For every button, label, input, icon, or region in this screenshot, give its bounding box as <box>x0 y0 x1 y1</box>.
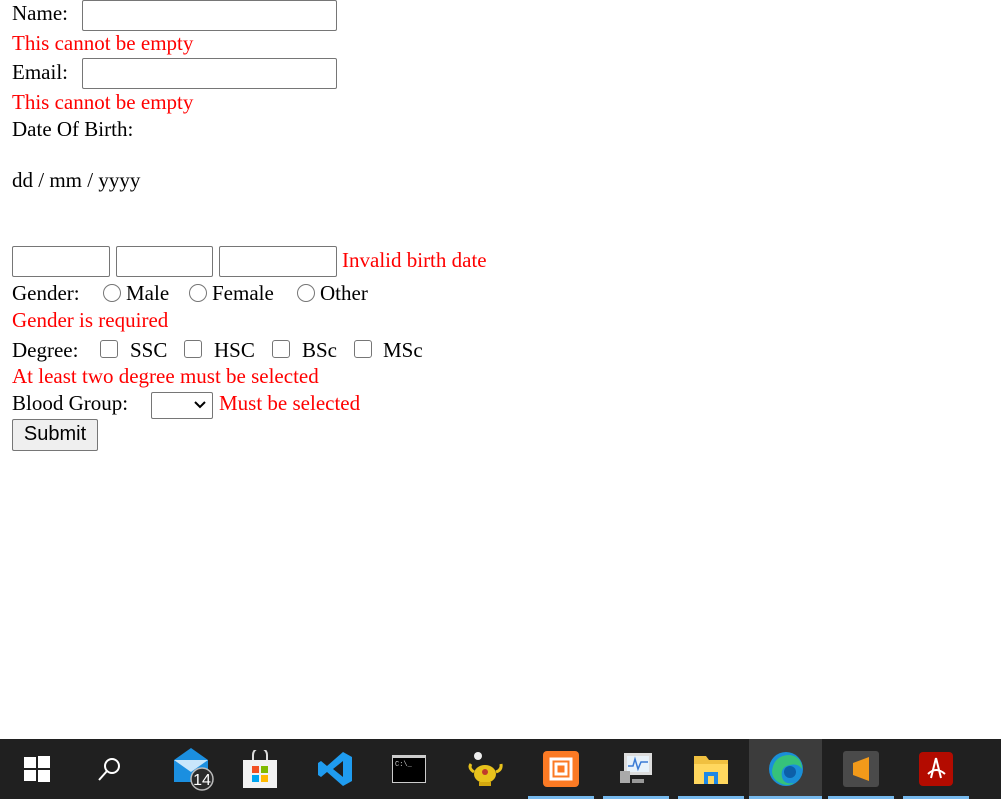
file-explorer-icon <box>694 756 728 784</box>
xampp-app[interactable] <box>528 739 594 799</box>
dob-label: Date Of Birth: <box>12 117 134 141</box>
gender-other-radio[interactable] <box>297 284 315 302</box>
dob-error: Invalid birth date <box>342 248 487 272</box>
sublime-app[interactable] <box>828 739 894 799</box>
lamp-app[interactable] <box>452 739 518 799</box>
search-icon <box>98 758 120 781</box>
degree-msc-checkbox[interactable] <box>354 340 372 358</box>
blood-group-error: Must be selected <box>219 391 361 415</box>
cmd-app[interactable]: C:\_ <box>376 739 442 799</box>
acrobat-app[interactable] <box>903 739 969 799</box>
degree-error: At least two degree must be selected <box>12 364 319 388</box>
edge-icon <box>768 752 803 786</box>
genie-lamp-icon <box>468 752 503 786</box>
email-error: This cannot be empty <box>12 90 194 114</box>
mail-icon: 14 <box>174 748 214 791</box>
blood-group-select[interactable] <box>151 392 213 419</box>
degree-bsc-label: BSc <box>302 338 338 362</box>
name-label: Name: <box>12 1 68 25</box>
xampp-icon <box>543 751 579 787</box>
gender-male-label[interactable]: Male <box>126 281 169 306</box>
email-input[interactable] <box>82 58 337 89</box>
mail-badge: 14 <box>193 772 211 789</box>
gender-other-label[interactable]: Other <box>320 281 368 306</box>
name-input[interactable] <box>82 0 337 31</box>
degree-label: Degree: <box>12 338 79 362</box>
store-app[interactable] <box>227 739 293 799</box>
degree-bsc-checkbox[interactable] <box>272 340 290 358</box>
gender-female-label[interactable]: Female <box>212 281 274 306</box>
search-button[interactable] <box>76 739 142 799</box>
degree-hsc-checkbox[interactable] <box>184 340 202 358</box>
microsoft-store-icon <box>243 750 277 788</box>
vscode-icon <box>318 752 352 786</box>
chevron-down-icon <box>194 401 206 409</box>
explorer-app[interactable] <box>678 739 744 799</box>
taskbar: 14 C:\_ <box>0 739 1001 799</box>
dob-month-input[interactable] <box>116 246 213 277</box>
email-label: Email: <box>12 60 68 84</box>
windows-start-icon <box>24 756 50 782</box>
gender-female-radio[interactable] <box>189 284 207 302</box>
degree-hsc-label: HSC <box>214 338 255 362</box>
start-button[interactable] <box>4 739 70 799</box>
perfmon-app[interactable] <box>603 739 669 799</box>
svg-text:C:\_: C:\_ <box>395 761 413 769</box>
gender-error: Gender is required <box>12 308 169 332</box>
submit-button[interactable]: Submit <box>12 419 98 451</box>
degree-msc-label: MSc <box>383 338 423 362</box>
gender-label: Gender: <box>12 281 80 305</box>
degree-ssc-checkbox[interactable] <box>100 340 118 358</box>
edge-app[interactable] <box>749 739 822 799</box>
dob-day-input[interactable] <box>12 246 110 277</box>
sublime-text-icon <box>843 751 879 787</box>
gender-male-radio[interactable] <box>103 284 121 302</box>
performance-monitor-icon <box>620 753 652 783</box>
blood-group-label: Blood Group: <box>12 391 129 415</box>
vscode-app[interactable] <box>302 739 368 799</box>
mail-app[interactable]: 14 <box>156 739 222 799</box>
acrobat-icon <box>919 752 953 786</box>
dob-year-input[interactable] <box>219 246 337 277</box>
command-prompt-icon: C:\_ <box>392 755 426 783</box>
degree-ssc-label: SSC <box>130 338 168 362</box>
dob-format-hint: dd / mm / yyyy <box>12 168 141 192</box>
name-error: This cannot be empty <box>12 31 194 55</box>
